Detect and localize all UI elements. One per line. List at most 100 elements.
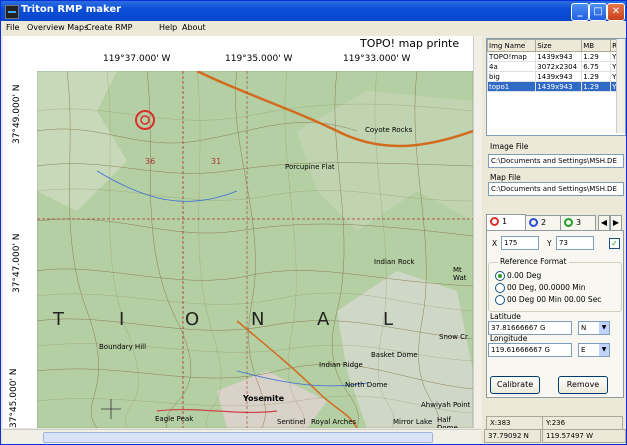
cell-size: 1439x943: [535, 51, 583, 62]
status-latitude: 37.79092 N: [484, 429, 541, 443]
image-table: Img Name Size MB R TOPO!map 1439x943 1.2…: [486, 39, 623, 92]
calibrate-button[interactable]: Calibrate: [490, 376, 540, 394]
app-window: Triton RMP maker _ □ ✕ File Overview Map…: [0, 0, 627, 445]
tab-point-3[interactable]: 3: [560, 215, 596, 230]
tab-label: 1: [502, 217, 508, 226]
map-title: TOPO! map printe: [360, 37, 460, 50]
place-label: Porcupine Flat: [285, 163, 335, 171]
menu-about[interactable]: About: [182, 23, 206, 32]
lon-label: 119°33.000' W: [343, 54, 411, 64]
format-radio-deg-min-sec[interactable]: [495, 295, 505, 305]
col-header[interactable]: MB: [581, 39, 612, 52]
table-row[interactable]: 4a 3072x2304 6.75 Y: [486, 61, 623, 72]
format-option: 00 Deg, 00.0000 Min: [507, 283, 586, 292]
place-label: Mirror Lake: [393, 418, 433, 426]
col-header[interactable]: Img Name: [486, 39, 537, 52]
place-label: Indian Rock: [374, 258, 415, 266]
place-label: Boundary Hill: [99, 343, 147, 351]
map-viewport[interactable]: TOPO! map printe 119°37.000' W 119°35.00…: [3, 36, 481, 428]
place-label: Half Dome: [437, 416, 458, 428]
control-panel: Img Name Size MB R TOPO!map 1439x943 1.2…: [484, 36, 626, 430]
lat-label: 37°49.000' N: [12, 84, 22, 144]
x-input[interactable]: 175: [501, 236, 539, 250]
image-list[interactable]: Img Name Size MB R TOPO!map 1439x943 1.2…: [486, 38, 626, 136]
format-option: 00 Deg 00 Min 00.00 Sec: [507, 295, 602, 304]
menu-create-rmp[interactable]: Create RMP: [86, 23, 132, 32]
topo-map-image[interactable]: T I O N A L Coyote Rocks Porcupine Flat …: [37, 71, 473, 428]
lat-label: 37°45.000' N: [9, 368, 19, 428]
map-file-label: Map File: [490, 173, 521, 182]
map-big-letter: O: [185, 309, 200, 330]
tab-point-1[interactable]: 1: [486, 214, 526, 230]
map-file-field[interactable]: C:\Documents and Settings\MSH.DE: [488, 182, 624, 196]
map-horizontal-scrollbar[interactable]: [3, 429, 481, 444]
cell-mb: 1.29: [581, 71, 612, 82]
lon-label: 119°37.000' W: [103, 54, 171, 64]
place-label: Sentinel: [277, 418, 306, 426]
menu-overview-maps[interactable]: Overview Maps: [27, 23, 88, 32]
place-label: Coyote Rocks: [365, 126, 413, 134]
maximize-button[interactable]: □: [589, 3, 607, 21]
tab-scroll-right-icon[interactable]: ▶: [610, 215, 622, 230]
minimize-button[interactable]: _: [571, 3, 589, 21]
menu-help[interactable]: Help: [159, 23, 177, 32]
calibration-point-tabs: 1 2 3 ◀ ▶: [486, 214, 624, 230]
cell-mb: 1.29: [581, 51, 612, 62]
status-x: X:383: [486, 416, 543, 430]
table-row[interactable]: big 1439x943 1.29 Y: [486, 71, 623, 82]
window-title: Triton RMP maker: [21, 4, 122, 15]
place-label: Basket Dome: [371, 351, 418, 359]
topo-map-graphics: [37, 71, 473, 428]
latitude-label: Latitude: [490, 312, 521, 321]
reference-format-label: Reference Format: [498, 257, 569, 266]
remove-button[interactable]: Remove: [558, 376, 608, 394]
cell-mb: 1.29: [581, 81, 612, 92]
cell-name: TOPO!map: [486, 51, 537, 62]
cell-size: 1439x943: [535, 71, 583, 82]
place-label: Mt Wat: [453, 266, 467, 282]
select-value: N: [581, 324, 587, 332]
lon-label: 119°35.000' W: [225, 54, 293, 64]
grid-number: 31: [211, 157, 222, 166]
map-big-letter: L: [383, 309, 394, 330]
place-label: Ahwiyah Point: [421, 401, 471, 409]
place-label: Yosemite: [243, 394, 285, 403]
chevron-down-icon[interactable]: ▼: [599, 344, 609, 356]
cell-name: big: [486, 71, 537, 82]
tab-scroll-left-icon[interactable]: ◀: [598, 215, 610, 230]
map-vertical-scrollbar[interactable]: [473, 36, 482, 428]
table-row-selected[interactable]: topo1 1439x943 1.29 Y: [486, 81, 623, 92]
map-big-letter: A: [317, 309, 330, 330]
table-row[interactable]: TOPO!map 1439x943 1.29 Y: [486, 51, 623, 62]
map-big-letter: I: [119, 309, 125, 330]
longitude-input[interactable]: 119.61666667 G: [488, 343, 572, 357]
place-label: Eagle Peak: [155, 415, 194, 423]
format-radio-deg[interactable]: [495, 271, 505, 281]
format-radio-deg-min[interactable]: [495, 283, 505, 293]
y-input[interactable]: 73: [556, 236, 594, 250]
format-option: 0.00 Deg: [507, 271, 542, 280]
tab-point-2[interactable]: 2: [525, 215, 561, 230]
chevron-down-icon[interactable]: ▼: [599, 322, 609, 334]
latitude-input[interactable]: 37.81666667 G: [488, 321, 572, 335]
menu-file[interactable]: File: [6, 23, 19, 32]
latitude-hemisphere-select[interactable]: N ▼: [578, 321, 610, 335]
close-button[interactable]: ✕: [607, 3, 625, 21]
place-label: Royal Arches: [311, 418, 357, 426]
longitude-hemisphere-select[interactable]: E ▼: [578, 343, 610, 357]
cell-size: 3072x2304: [535, 61, 583, 72]
list-scrollbar[interactable]: [616, 39, 625, 133]
menu-bar: File Overview Maps Create RMP Help About: [1, 21, 626, 35]
scroll-thumb[interactable]: [43, 432, 433, 443]
cell-size: 1439x943: [535, 81, 583, 92]
place-label: Snow Cr: [439, 333, 468, 341]
app-icon: [5, 5, 19, 19]
col-header[interactable]: Size: [535, 39, 583, 52]
tab-label: 3: [576, 218, 582, 227]
image-file-field[interactable]: C:\Documents and Settings\MSH.DE: [488, 154, 624, 168]
tab-label: 2: [541, 218, 547, 227]
map-big-letter: N: [251, 309, 265, 330]
status-y: Y:236: [542, 416, 623, 430]
lat-label: 37°47.000' N: [12, 233, 22, 293]
point-enabled-checkbox[interactable]: ✓: [609, 238, 620, 249]
